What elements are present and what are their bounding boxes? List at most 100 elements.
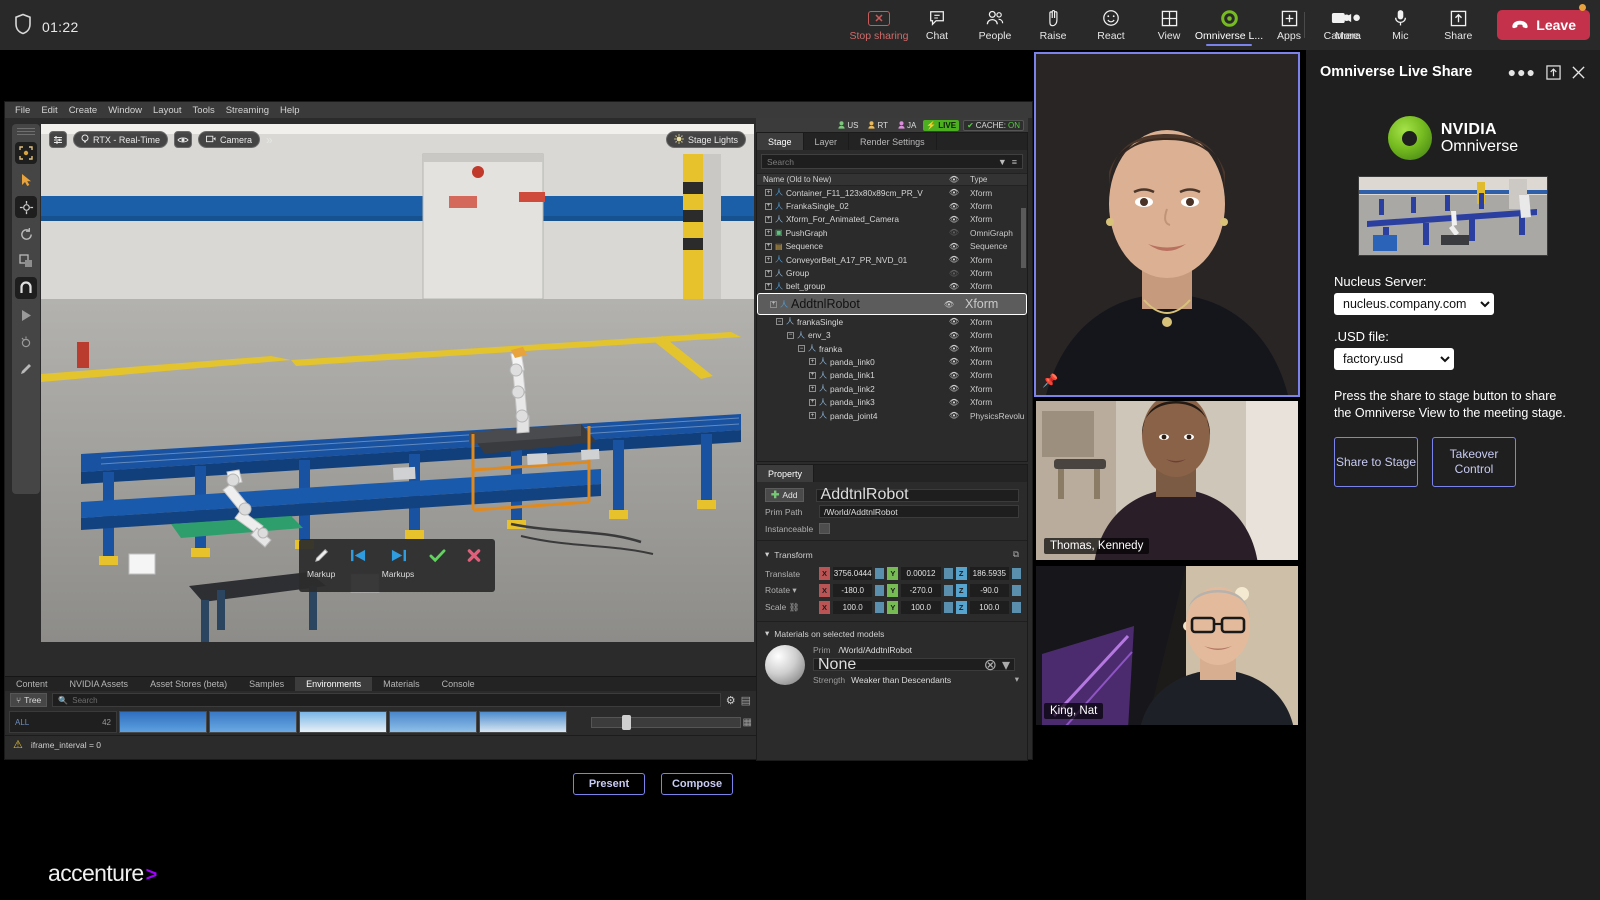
chevron-down-icon[interactable]: ▾ [1002,655,1010,675]
scale-y-input[interactable]: 100.0 [901,601,940,614]
scale-z-lock[interactable] [1012,602,1021,613]
rotate-y-lock[interactable] [944,585,953,596]
eye-icon[interactable] [174,131,192,148]
translate-z-lock[interactable] [1012,568,1021,579]
stage-tree-row[interactable]: +人Group👁Xform [757,266,1027,279]
chat-button[interactable]: Chat [908,0,966,50]
environment-thumb[interactable] [479,711,567,733]
stage-tree-row[interactable]: +人panda_link1👁Xform [757,369,1027,382]
content-tab-asset-stores-beta[interactable]: Asset Stores (beta) [139,677,238,691]
previous-markup-button[interactable] [345,544,371,566]
ellipsis-icon[interactable]: ●●● [1508,67,1536,77]
clear-material-icon[interactable]: ⊗ [984,655,997,675]
scale-x-input[interactable]: 100.0 [833,601,872,614]
viewport-3d[interactable]: RTX - Real-Time Camera » [41,124,754,642]
add-property-button[interactable]: ✚ Add [765,488,804,502]
environment-thumb[interactable] [299,711,387,733]
tile-thomas-kennedy[interactable]: Thomas, Kennedy [1034,399,1300,562]
omniverse-live-button[interactable]: Omniverse L... [1198,0,1260,50]
scale-gizmo-icon[interactable] [15,250,37,272]
scale-z-input[interactable]: 100.0 [970,601,1009,614]
stage-tree[interactable]: +人Container_F11_123x80x89cm_PR_V👁Xform+人… [757,186,1027,439]
rotate-y-input[interactable]: -270.0 [901,584,940,597]
instanceable-checkbox[interactable] [819,523,830,534]
stage-tree-row[interactable]: +人belt_group👁Xform [757,280,1027,293]
expander-icon[interactable]: + [765,189,772,196]
expander-icon[interactable]: − [787,332,794,339]
stage-tree-row[interactable]: +▣PushGraph👁OmniGraph [757,226,1027,239]
approve-markup-button[interactable] [424,544,450,566]
content-tab-environments[interactable]: Environments [295,677,372,691]
camera-selector[interactable]: Camera [198,131,260,148]
stage-tree-row[interactable]: −人frankaSingle👁Xform [757,315,1027,328]
expander-icon[interactable]: + [765,256,772,263]
stop-sharing-button[interactable]: ✕ Stop sharing [850,0,908,50]
translate-x-input[interactable]: 3756.0444 [833,567,872,580]
stage-tree-row[interactable]: +人Xform_For_Animated_Camera👁Xform [757,213,1027,226]
visibility-toggle-icon[interactable]: 👁 [943,317,965,326]
usd-file-select[interactable]: factory.usd [1334,348,1454,370]
strength-value[interactable]: Weaker than Descendants [851,675,1009,685]
environment-thumb[interactable] [119,711,207,733]
share-button[interactable]: Share [1429,0,1487,50]
select-box-icon[interactable] [15,142,37,164]
next-markup-button[interactable]: Markups [382,544,415,579]
expander-icon[interactable]: + [809,385,816,392]
menu-streaming[interactable]: Streaming [226,105,269,116]
visibility-toggle-icon[interactable]: 👁 [943,269,965,278]
tab-render-settings[interactable]: Render Settings [849,133,937,150]
menu-create[interactable]: Create [69,105,98,116]
live-status-chip[interactable]: ⚡ LIVE [923,120,959,131]
physics-icon[interactable] [15,331,37,353]
compose-button[interactable]: Compose [661,773,733,795]
visibility-toggle-icon[interactable]: 👁 [938,300,960,309]
stage-tree-row[interactable]: +人FrankaSingle_02👁Xform [757,199,1027,212]
visibility-toggle-icon[interactable]: 👁 [943,344,965,353]
all-filter-item[interactable]: ALL 42 [9,711,117,733]
camera-button[interactable]: Camera [1313,0,1371,50]
expander-icon[interactable]: + [809,358,816,365]
visibility-toggle-icon[interactable]: 👁 [943,384,965,393]
translate-x-lock[interactable] [875,568,884,579]
raise-hand-button[interactable]: Raise [1024,0,1082,50]
tab-stage[interactable]: Stage [757,133,804,150]
stage-tree-row[interactable]: −人franka👁Xform [757,342,1027,355]
visibility-toggle-icon[interactable]: 👁 [943,202,965,211]
snap-magnet-icon[interactable] [15,277,37,299]
rotate-x-input[interactable]: -180.0 [833,584,872,597]
menu-edit[interactable]: Edit [41,105,57,116]
rotate-x-lock[interactable] [875,585,884,596]
rotate-z-lock[interactable] [1012,585,1021,596]
content-tab-content[interactable]: Content [5,677,59,691]
stage-scrollbar[interactable] [1021,208,1026,268]
tree-view-button[interactable]: ⑂ Tree [10,693,47,707]
gear-icon[interactable]: ⚙ [726,694,736,707]
rotate-order-dropdown[interactable]: ▾ [792,585,796,595]
stage-tree-row[interactable]: +人panda_link0👁Xform [757,355,1027,368]
stage-tree-row[interactable]: +人ConveyorBelt_A17_PR_NVD_01👁Xform [757,253,1027,266]
expander-icon[interactable]: + [809,372,816,379]
visibility-toggle-icon[interactable]: 👁 [943,255,965,264]
link-icon[interactable]: ⛓ [789,602,800,612]
pop-out-icon[interactable] [1546,65,1561,80]
stage-search-input[interactable]: Search ▼ ≡ [761,154,1023,169]
stage-tree-row[interactable]: −人env_3👁Xform [757,329,1027,342]
expander-icon[interactable]: + [765,270,772,277]
cursor-arrow-icon[interactable] [15,169,37,191]
visibility-toggle-icon[interactable]: 👁 [943,411,965,420]
filter-icon[interactable]: ▼ [998,157,1007,167]
material-binding-dropdown[interactable]: None ⊗ ▾ [813,658,1015,671]
prim-path-value[interactable]: /World/AddtnlRobot [819,505,1019,518]
translate-z-input[interactable]: 186.5935 [970,567,1009,580]
play-icon[interactable] [15,304,37,326]
nucleus-server-select[interactable]: nucleus.company.com [1334,293,1494,315]
sliders-icon[interactable] [49,131,67,148]
rotate-z-input[interactable]: -90.0 [970,584,1009,597]
expander-icon[interactable]: + [809,412,816,419]
expander-icon[interactable]: − [776,318,783,325]
leave-button[interactable]: Leave [1497,10,1590,40]
expander-icon[interactable]: − [798,345,805,352]
expander-icon[interactable]: + [765,283,772,290]
toolbar-grip[interactable] [17,128,35,135]
stage-tree-row[interactable]: +人panda_link2👁Xform [757,382,1027,395]
